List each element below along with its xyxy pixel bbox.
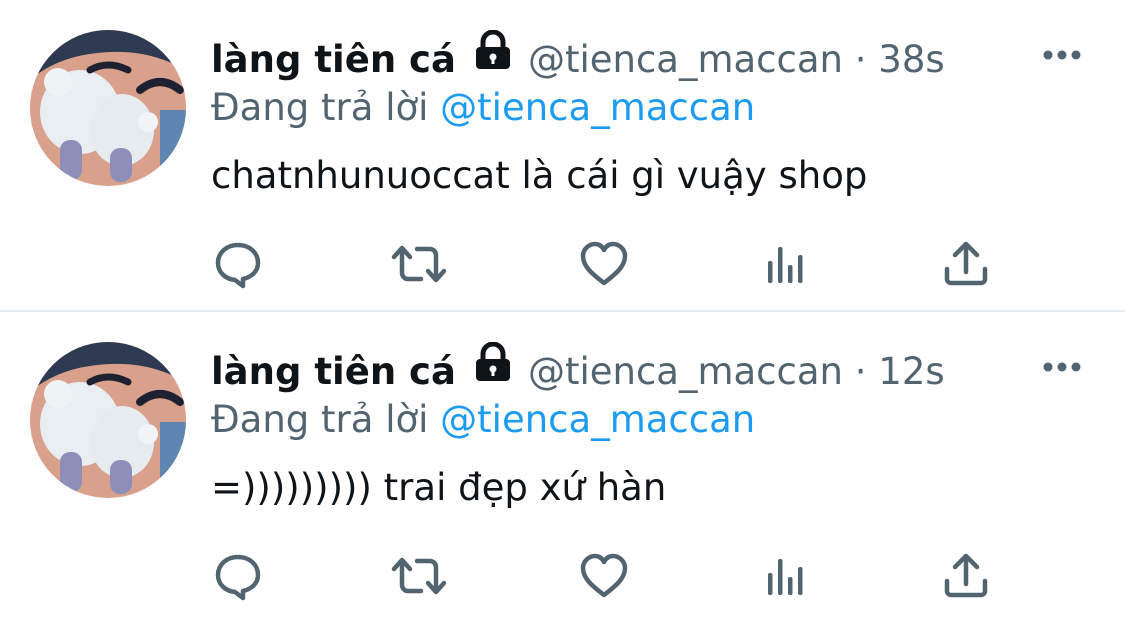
timestamp[interactable]: 12s [878,350,944,393]
avatar[interactable] [30,30,186,186]
share-icon [941,551,991,605]
reply-icon [213,551,263,605]
replying-mention[interactable]: @tienca_maccan [440,398,755,441]
display-name[interactable]: làng tiên cá [211,350,456,393]
retweet-icon [391,239,447,293]
stats-button[interactable] [758,550,814,606]
lock-icon [472,341,514,396]
replying-prefix: Đang trả lời [211,398,429,441]
like-button[interactable] [576,550,632,606]
share-button[interactable] [938,238,994,294]
share-icon [941,239,991,293]
handle[interactable]: @tienca_maccan [528,38,843,81]
tweet-header: làng tiên cá @tienca_maccan · 38s [211,29,945,86]
reply-button[interactable] [210,238,266,294]
like-icon [579,551,629,605]
display-name[interactable]: làng tiên cá [211,38,456,81]
replying-prefix: Đang trả lời [211,86,429,129]
share-button[interactable] [938,550,994,606]
replying-to: Đang trả lời @tienca_maccan [211,394,755,446]
stats-button[interactable] [758,238,814,294]
separator: · [854,350,867,393]
more-icon[interactable] [1040,40,1084,70]
more-icon[interactable] [1040,352,1084,382]
tweet-text: chatnhunuoccat là cái gì vuậy shop [211,154,868,197]
tweet-actions [0,238,1125,294]
handle[interactable]: @tienca_maccan [528,350,843,393]
retweet-icon [391,551,447,605]
timestamp[interactable]: 38s [878,38,944,81]
tweet-actions [0,550,1125,606]
tweet-header: làng tiên cá @tienca_maccan · 12s [211,341,945,398]
reply-icon [213,239,263,293]
tweet-text: =))))))))) trai đẹp xứ hàn [211,466,667,509]
like-button[interactable] [576,238,632,294]
replying-to: Đang trả lời @tienca_maccan [211,82,755,134]
retweet-button[interactable] [391,238,447,294]
retweet-button[interactable] [391,550,447,606]
reply-button[interactable] [210,550,266,606]
separator: · [854,38,867,81]
tweet[interactable]: làng tiên cá @tienca_maccan · 38s Đang tr… [0,0,1125,311]
tweet[interactable]: làng tiên cá @tienca_maccan · 12s Đang tr… [0,312,1125,623]
avatar[interactable] [30,342,186,498]
stats-icon [761,239,811,293]
like-icon [579,239,629,293]
lock-icon [472,29,514,84]
stats-icon [761,551,811,605]
replying-mention[interactable]: @tienca_maccan [440,86,755,129]
